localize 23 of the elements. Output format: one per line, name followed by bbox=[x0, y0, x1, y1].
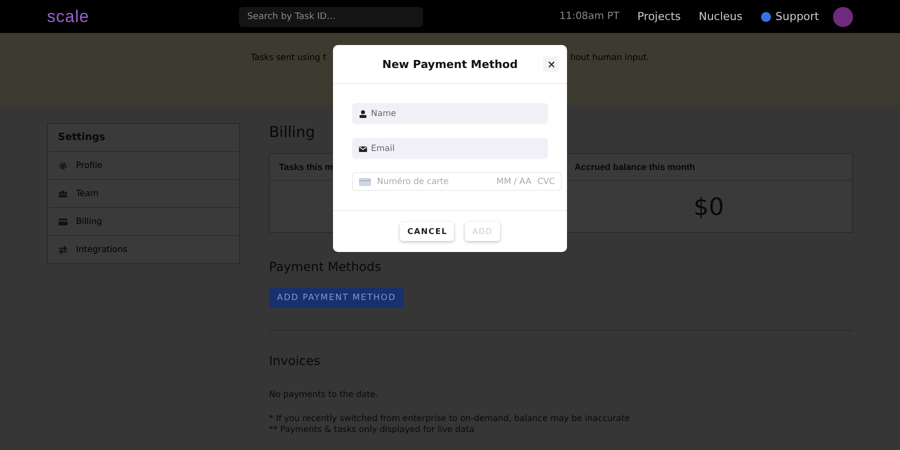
envelope-icon bbox=[359, 144, 367, 152]
person-icon bbox=[359, 110, 367, 118]
name-field[interactable]: Name bbox=[352, 103, 548, 124]
credit-card-icon bbox=[359, 178, 371, 186]
email-field[interactable]: Email bbox=[352, 138, 548, 159]
arrows-icon bbox=[58, 244, 68, 254]
card-field[interactable]: Numéro de carte MM / AA CVC bbox=[352, 172, 562, 191]
banner-text: hout human input. bbox=[570, 53, 650, 63]
close-button[interactable] bbox=[543, 56, 559, 72]
support-link[interactable]: Support bbox=[760, 10, 819, 23]
card-icon bbox=[58, 216, 68, 226]
team-icon bbox=[58, 188, 68, 198]
nav-link[interactable]: Nucleus bbox=[698, 10, 743, 23]
dialog-title: New Payment Method bbox=[382, 58, 518, 70]
banner-text: Tasks sent using t bbox=[250, 53, 326, 63]
search-field[interactable]: Search by Task ID... bbox=[239, 6, 424, 26]
add-payment-method-button[interactable]: ADD PAYMENT METHOD bbox=[269, 288, 404, 308]
gear-icon bbox=[58, 160, 68, 170]
close-icon bbox=[548, 60, 554, 68]
logo[interactable]: scale bbox=[47, 6, 90, 26]
nav-link[interactable]: Projects bbox=[637, 10, 681, 23]
time-label: 11:08am PT bbox=[559, 11, 620, 22]
dialog-button[interactable]: CANCEL bbox=[400, 222, 454, 241]
